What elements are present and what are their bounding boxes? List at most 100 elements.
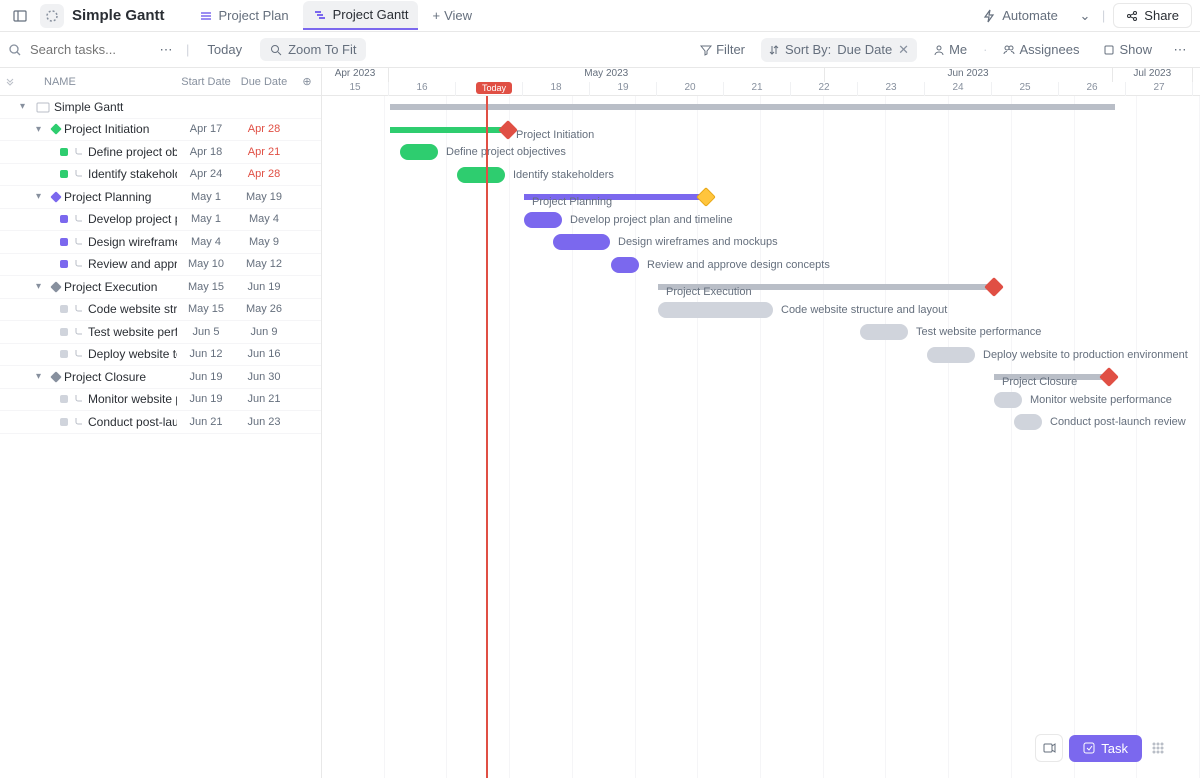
record-button[interactable] (1035, 734, 1063, 762)
column-due-header[interactable]: Due Date (235, 76, 293, 88)
task-row[interactable]: Code website structure and layoutMay 15M… (0, 299, 321, 322)
month-header: Jul 2023 (1113, 68, 1193, 82)
column-start-header[interactable]: Start Date (177, 76, 235, 88)
task-row[interactable]: ▾Project ClosureJun 19Jun 30 (0, 366, 321, 389)
expand-all-toggle[interactable] (0, 77, 20, 87)
task-row[interactable]: ▾Project PlanningMay 1May 19 (0, 186, 321, 209)
gantt-bar[interactable]: Develop project plan and timeline (524, 212, 562, 228)
start-date-cell[interactable]: May 15 (177, 281, 235, 293)
due-date-cell[interactable]: Jun 16 (235, 348, 293, 360)
milestone-diamond-icon[interactable] (984, 277, 1004, 297)
gantt-bar[interactable]: Design wireframes and mockups (553, 234, 610, 250)
clear-sort-icon[interactable]: ✕ (898, 42, 909, 58)
start-date-cell[interactable]: Jun 19 (177, 371, 235, 383)
due-date-cell[interactable]: Apr 21 (235, 146, 293, 158)
due-date-cell[interactable]: May 19 (235, 191, 293, 203)
sort-chip[interactable]: Sort By: Due Date ✕ (761, 38, 917, 62)
filter-button[interactable]: Filter (692, 38, 753, 61)
me-button[interactable]: Me (925, 38, 975, 61)
task-row[interactable]: Deploy website to production environment… (0, 344, 321, 367)
tab-project-gantt[interactable]: Project Gantt (303, 1, 419, 30)
start-date-cell[interactable]: Jun 21 (177, 416, 235, 428)
task-row[interactable]: Define project objectivesApr 18Apr 21 (0, 141, 321, 164)
due-date-cell[interactable]: May 12 (235, 258, 293, 270)
gantt-bar[interactable]: Review and approve design concepts (611, 257, 639, 273)
new-task-button[interactable]: Task (1069, 735, 1142, 762)
zoom-to-fit-button[interactable]: Zoom To Fit (260, 38, 366, 61)
gantt-bar[interactable]: Identify stakeholders (457, 167, 505, 183)
start-date-cell[interactable]: Apr 24 (177, 168, 235, 180)
caret-icon[interactable]: ▾ (36, 371, 48, 382)
start-date-cell[interactable]: May 4 (177, 236, 235, 248)
assignees-button[interactable]: Assignees (995, 38, 1087, 61)
due-date-cell[interactable]: Apr 28 (235, 168, 293, 180)
caret-icon[interactable]: ▾ (36, 281, 48, 292)
gantt-bar[interactable]: Code website structure and layout (658, 302, 773, 318)
due-date-cell[interactable]: Jun 30 (235, 371, 293, 383)
show-button[interactable]: Show (1095, 38, 1160, 61)
task-row[interactable]: Develop project plan and timelineMay 1Ma… (0, 209, 321, 232)
start-date-cell[interactable]: May 1 (177, 213, 235, 225)
due-date-cell[interactable]: Apr 28 (235, 123, 293, 135)
gantt-row: Project Initiation (322, 119, 1200, 142)
start-date-cell[interactable]: Jun 5 (177, 326, 235, 338)
gantt-bar[interactable]: Project Closure (994, 374, 1109, 380)
task-row[interactable]: ▾Project InitiationApr 17Apr 28 (0, 119, 321, 142)
due-date-cell[interactable]: Jun 9 (235, 326, 293, 338)
milestone-diamond-icon[interactable] (498, 120, 518, 140)
column-name-header[interactable]: NAME (20, 76, 177, 88)
search-input[interactable] (30, 42, 150, 57)
start-date-cell[interactable]: Apr 17 (177, 123, 235, 135)
start-date-cell[interactable]: Jun 12 (177, 348, 235, 360)
gantt-bar[interactable]: Project Execution (658, 284, 994, 290)
more-options[interactable]: ⋯ (1168, 38, 1192, 62)
due-date-cell[interactable]: May 4 (235, 213, 293, 225)
search-options[interactable]: ⋯ (154, 38, 178, 62)
start-date-cell[interactable]: May 1 (177, 191, 235, 203)
start-date-cell[interactable]: Apr 18 (177, 146, 235, 158)
gantt-bar[interactable]: Conduct post-launch review (1014, 414, 1042, 430)
today-button[interactable]: Today (197, 38, 252, 61)
task-row[interactable]: Design wireframes and mockupsMay 4May 9 (0, 231, 321, 254)
task-row[interactable]: Identify stakeholdersApr 24Apr 28 (0, 164, 321, 187)
due-date-cell[interactable]: May 9 (235, 236, 293, 248)
gantt-bar[interactable] (390, 104, 1115, 110)
row-name: Identify stakeholders (88, 167, 177, 181)
milestone-diamond-icon[interactable] (696, 187, 716, 207)
milestone-diamond-icon[interactable] (1099, 367, 1119, 387)
task-row[interactable]: Conduct post-launch reviewJun 21Jun 23 (0, 411, 321, 434)
gantt-bar[interactable]: Project Initiation (390, 127, 508, 133)
due-date-cell[interactable]: Jun 21 (235, 393, 293, 405)
gantt-bar[interactable]: Project Planning (524, 194, 706, 200)
task-row[interactable]: ▾Project ExecutionMay 15Jun 19 (0, 276, 321, 299)
due-date-cell[interactable]: Jun 19 (235, 281, 293, 293)
task-row[interactable]: Monitor website performanceJun 19Jun 21 (0, 389, 321, 412)
start-date-cell[interactable]: Jun 19 (177, 393, 235, 405)
caret-icon[interactable]: ▾ (36, 191, 48, 202)
subtask-icon (72, 393, 84, 405)
apps-button[interactable] (1148, 730, 1168, 766)
automate-dropdown[interactable]: ⌄ (1076, 8, 1094, 24)
due-date-cell[interactable]: Jun 23 (235, 416, 293, 428)
add-view-button[interactable]: + View (422, 1, 482, 30)
caret-icon[interactable]: ▾ (20, 101, 32, 112)
subtask-icon (72, 258, 84, 270)
gantt-bar[interactable]: Define project objectives (400, 144, 438, 160)
plus-icon: + (432, 8, 440, 23)
gantt-bar[interactable]: Deploy website to production environment (927, 347, 975, 363)
caret-icon[interactable]: ▾ (36, 124, 48, 135)
sidebar-toggle-icon[interactable] (8, 4, 32, 28)
share-button[interactable]: Share (1113, 3, 1192, 28)
task-row[interactable]: Test website performanceJun 5Jun 9 (0, 321, 321, 344)
gantt-bar[interactable]: Monitor website performance (994, 392, 1022, 408)
automate-button[interactable]: Automate (972, 4, 1068, 27)
start-date-cell[interactable]: May 15 (177, 303, 235, 315)
due-date-cell[interactable]: May 26 (235, 303, 293, 315)
task-row[interactable]: ▾Simple Gantt (0, 96, 321, 119)
task-row[interactable]: Review and approve design conceptsMay 10… (0, 254, 321, 277)
start-date-cell[interactable]: May 10 (177, 258, 235, 270)
add-column-button[interactable]: ⊕ (293, 75, 321, 88)
gantt-bar[interactable]: Test website performance (860, 324, 908, 340)
tab-project-plan[interactable]: Project Plan (189, 1, 299, 30)
people-icon (1003, 44, 1015, 56)
